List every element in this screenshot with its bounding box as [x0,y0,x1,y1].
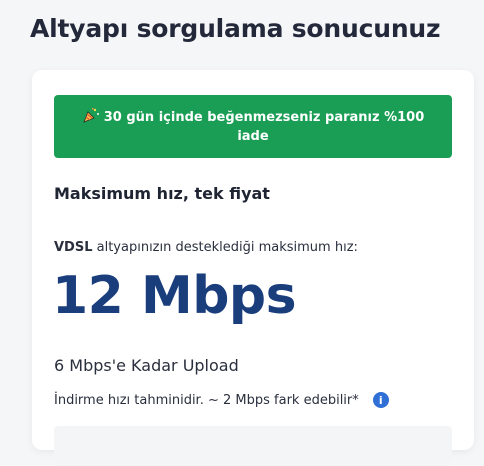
speed-note-text: İndirme hızı tahminidir. ~ 2 Mbps fark e… [54,392,359,408]
info-icon[interactable]: i [372,392,389,408]
page-title: Altyapı sorgulama sonucunuz [30,14,441,43]
details-panel [54,426,452,466]
result-card: 30 gün içinde beğenmezseniz paranız %100… [32,70,474,466]
upload-speed: 6 Mbps'e Kadar Upload [54,356,239,375]
section-title: Maksimum hız, tek fiyat [54,184,270,203]
party-popper-icon [83,108,99,123]
banner-text: 30 gün içinde beğenmezseniz paranız %100… [103,110,425,144]
guarantee-banner: 30 gün içinde beğenmezseniz paranız %100… [54,95,452,158]
max-speed-value: 12 Mbps [52,266,297,326]
speed-desc-text: altyapınızın desteklediği maksimum hız: [92,240,358,255]
speed-note: İndirme hızı tahminidir. ~ 2 Mbps fark e… [54,392,389,408]
speed-description: VDSL altyapınızın desteklediği maksimum … [54,240,358,255]
tech-label: VDSL [54,240,93,255]
